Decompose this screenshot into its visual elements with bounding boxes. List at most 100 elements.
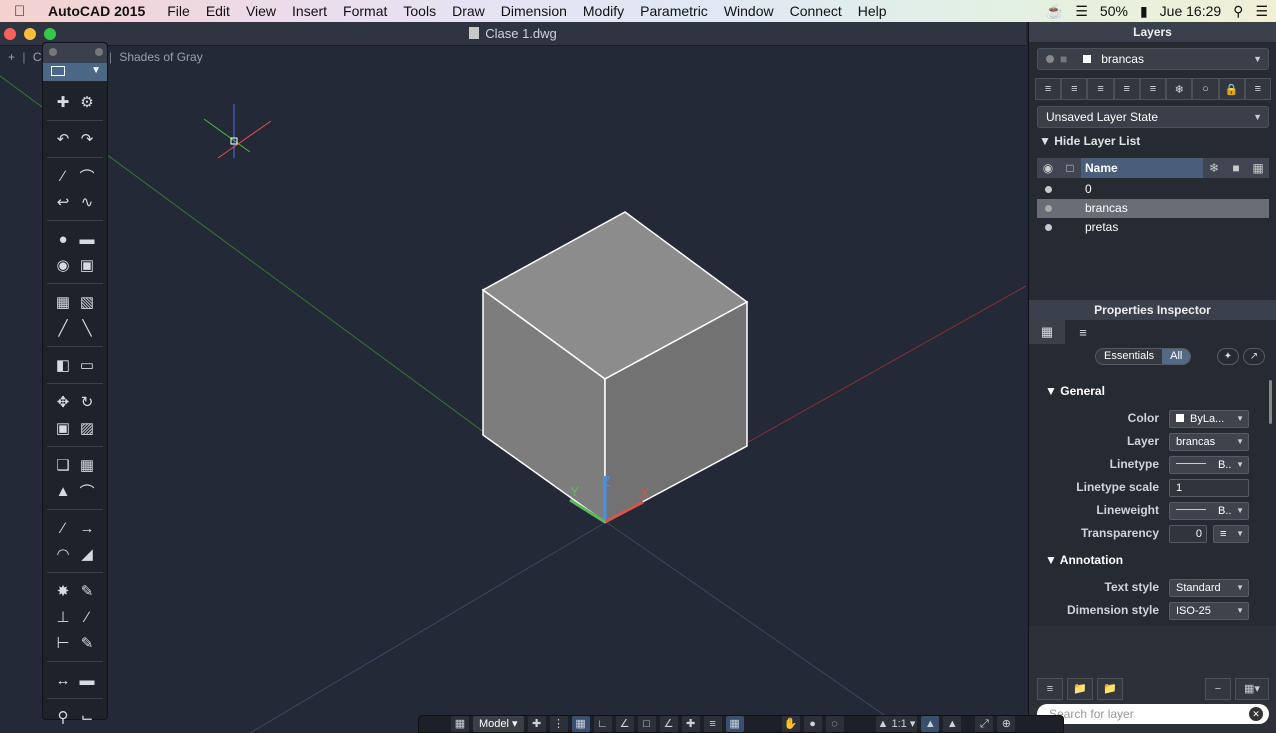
eraser-icon[interactable]: ▭ bbox=[77, 355, 97, 375]
layer-unlock-icon[interactable]: ≡ bbox=[1244, 78, 1271, 100]
wifi-icon[interactable]: ☰ bbox=[1075, 3, 1088, 20]
layer-search-input[interactable]: Search for layer ✕ bbox=[1037, 704, 1269, 724]
zoom-icon[interactable]: ⚲ bbox=[53, 707, 73, 727]
layer-previous-icon[interactable]: ≡ bbox=[1061, 78, 1088, 100]
layer-isolate-icon[interactable]: ≡ bbox=[1087, 78, 1114, 100]
layer-on-all-icon[interactable]: ○ bbox=[1192, 78, 1219, 100]
transparency-mode-dropdown[interactable]: ≡ ▼ bbox=[1213, 525, 1249, 543]
text-style-dropdown[interactable]: Standard ▼ bbox=[1169, 579, 1249, 597]
name-column-header[interactable]: Name bbox=[1081, 158, 1203, 178]
spotlight-search-icon[interactable]: ⚲ bbox=[1233, 3, 1243, 20]
transparency-display-icon[interactable]: ▦ bbox=[725, 716, 744, 732]
line-icon[interactable]: ∕ bbox=[53, 166, 73, 186]
object-snap-icon[interactable]: □ bbox=[637, 716, 656, 732]
extend-icon[interactable]: → bbox=[77, 518, 97, 538]
undo-icon[interactable]: ↶ bbox=[53, 129, 73, 149]
column-settings-icon[interactable]: ▦▾ bbox=[1235, 678, 1269, 700]
customize-menu-icon[interactable]: ⊕ bbox=[997, 716, 1016, 732]
menu-view[interactable]: View bbox=[246, 3, 276, 19]
clear-search-icon[interactable]: ✕ bbox=[1249, 707, 1263, 721]
region-icon[interactable]: ▣ bbox=[77, 255, 97, 275]
palette-grip-icon[interactable] bbox=[95, 48, 103, 56]
mirror-icon[interactable]: ▲ bbox=[53, 481, 73, 501]
layer-unisolate-icon[interactable]: ≡ bbox=[1113, 78, 1140, 100]
linetype-scale-field[interactable]: 1 bbox=[1169, 479, 1249, 497]
menu-tools[interactable]: Tools bbox=[403, 3, 436, 19]
visual-style-icon[interactable]: ● bbox=[803, 716, 822, 732]
sphere-icon[interactable]: ● bbox=[53, 229, 73, 249]
ucs-world-icon[interactable]: ⌙ bbox=[77, 707, 97, 727]
menu-draw[interactable]: Draw bbox=[452, 3, 485, 19]
palette-close-icon[interactable] bbox=[49, 48, 57, 56]
general-section-header[interactable]: ▼ General bbox=[1045, 384, 1105, 398]
freeze-column-icon[interactable]: ❄ bbox=[1203, 161, 1225, 175]
auto-scale-icon[interactable]: ▲ bbox=[943, 716, 962, 732]
loft-icon[interactable]: ╲ bbox=[77, 318, 97, 338]
align-icon[interactable]: ⊢ bbox=[53, 633, 73, 653]
drawing-viewport[interactable]: Z X Y + | C | Shades of Gray bbox=[0, 46, 1026, 733]
layer-row[interactable]: brancas bbox=[1037, 199, 1269, 218]
delete-layer-icon[interactable]: − bbox=[1205, 678, 1231, 700]
extrude-icon[interactable]: ▦ bbox=[53, 292, 73, 312]
pick-object-icon[interactable]: ↗ bbox=[1243, 348, 1265, 365]
visual-style-control[interactable]: Shades of Gray bbox=[119, 50, 202, 64]
fillet-icon[interactable]: ◠ bbox=[53, 544, 73, 564]
union-icon[interactable]: ◧ bbox=[53, 355, 73, 375]
layer-row[interactable]: 0 bbox=[1037, 180, 1269, 199]
new-layer-icon[interactable]: ≡ bbox=[1037, 678, 1063, 700]
menu-format[interactable]: Format bbox=[343, 3, 387, 19]
transparency-field[interactable]: 0 bbox=[1169, 525, 1207, 543]
trim-icon[interactable]: ∕ bbox=[53, 518, 73, 538]
menu-edit[interactable]: Edit bbox=[206, 3, 230, 19]
torus-icon[interactable]: ◉ bbox=[53, 255, 73, 275]
view-control[interactable]: C bbox=[33, 50, 42, 64]
ucs-icon[interactable]: ✚ bbox=[53, 92, 73, 112]
object-snap-tracking-icon[interactable]: ∠ bbox=[659, 716, 678, 732]
notification-center-icon[interactable]: ☰ bbox=[1255, 3, 1268, 20]
layer-row[interactable]: pretas bbox=[1037, 218, 1269, 237]
layer-visible-icon[interactable] bbox=[1045, 224, 1052, 231]
edit-attribute-icon[interactable]: ✎ bbox=[77, 633, 97, 653]
lineweight-display-icon[interactable]: ≡ bbox=[703, 716, 722, 732]
checkbox-column-icon[interactable]: □ bbox=[1059, 161, 1081, 175]
polar-tracking-icon[interactable]: ∠ bbox=[615, 716, 634, 732]
fullscreen-icon[interactable]: ⤢ bbox=[975, 716, 994, 732]
array-icon[interactable]: ▦ bbox=[77, 455, 97, 475]
steering-wheel-icon[interactable]: ◌ bbox=[825, 716, 844, 732]
copy-icon[interactable]: ❏ bbox=[53, 455, 73, 475]
quick-select-icon[interactable]: ✦ bbox=[1217, 348, 1239, 365]
app-name-menu[interactable]: AutoCAD 2015 bbox=[48, 3, 145, 19]
linetype-dropdown[interactable]: B.. ▼ bbox=[1169, 456, 1249, 474]
chamfer-icon[interactable]: ◢ bbox=[77, 544, 97, 564]
scale-icon[interactable]: ▣ bbox=[53, 418, 73, 438]
menu-dimension[interactable]: Dimension bbox=[501, 3, 567, 19]
model-space-dropdown[interactable]: Model ▾ bbox=[473, 716, 524, 732]
tool-set-selector[interactable]: ▼ bbox=[43, 63, 107, 81]
clock[interactable]: Jue 16:29 bbox=[1160, 3, 1222, 19]
presspull-icon[interactable]: ▧ bbox=[77, 292, 97, 312]
layer-visible-icon[interactable] bbox=[1045, 186, 1052, 193]
dimension-icon[interactable]: ↔ bbox=[53, 670, 73, 690]
layout-grid-icon[interactable]: ▦ bbox=[451, 716, 469, 732]
break-icon[interactable]: ⊥ bbox=[53, 607, 73, 627]
layer-state-dropdown[interactable]: Unsaved Layer State ▼ bbox=[1037, 106, 1269, 128]
current-layer-dropdown[interactable]: ■ brancas ▼ bbox=[1037, 48, 1269, 70]
dynamic-ucs-icon[interactable]: ✚ bbox=[681, 716, 700, 732]
spline-icon[interactable]: ∿ bbox=[77, 192, 97, 212]
offset-icon[interactable]: ⌒ bbox=[77, 481, 97, 501]
lock-column-icon[interactable]: ■ bbox=[1225, 161, 1247, 175]
menu-file[interactable]: File bbox=[167, 3, 190, 19]
menu-help[interactable]: Help bbox=[858, 3, 887, 19]
battery-icon[interactable]: ▮ bbox=[1140, 3, 1148, 20]
sweep-icon[interactable]: ╱ bbox=[53, 318, 73, 338]
menu-window[interactable]: Window bbox=[724, 3, 774, 19]
menu-parametric[interactable]: Parametric bbox=[640, 3, 708, 19]
layer-off-icon[interactable]: ≡ bbox=[1139, 78, 1167, 100]
pan-hand-icon[interactable]: ✋ bbox=[781, 716, 800, 732]
menu-modify[interactable]: Modify bbox=[583, 3, 624, 19]
drawing-canvas[interactable]: Z X Y bbox=[0, 46, 1026, 733]
move-icon[interactable]: ✥ bbox=[53, 392, 73, 412]
join-icon[interactable]: ∕ bbox=[77, 607, 97, 627]
new-group-icon[interactable]: 📁 bbox=[1067, 678, 1093, 700]
tool-palette-header[interactable] bbox=[43, 43, 107, 63]
